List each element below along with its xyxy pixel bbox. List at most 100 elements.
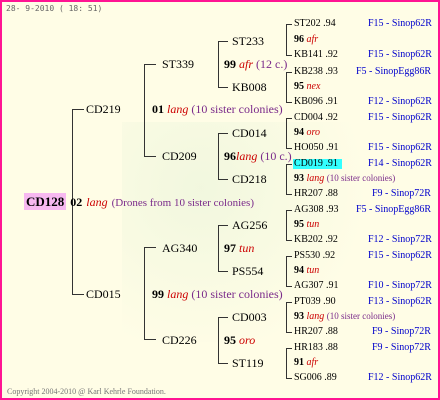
g4-source: F13 - Sinop62R — [368, 296, 432, 307]
connector — [286, 240, 292, 241]
connector — [286, 164, 292, 165]
connector — [144, 339, 156, 340]
root-num: 02 — [70, 195, 83, 209]
g3-name[interactable]: AG256 — [232, 219, 267, 231]
timestamp: 28- 9-2010 ( 18: 51) — [6, 4, 103, 13]
pedigree-frame: 28- 9-2010 ( 18: 51) CD128 02 lang (Dron… — [0, 0, 440, 400]
g4-source: F9 - Sinop72R — [372, 188, 431, 199]
connector — [144, 64, 156, 65]
g4-row[interactable]: PS530 .92 — [294, 251, 335, 261]
connector — [286, 102, 292, 103]
connector — [286, 378, 292, 379]
g4-row[interactable]: KB202 .92 — [294, 235, 338, 245]
parent-name[interactable]: CD015 — [86, 288, 121, 300]
g3-name[interactable]: KB008 — [232, 81, 267, 93]
connector — [286, 72, 287, 102]
g3-mating: 91 afr — [294, 357, 319, 368]
root-name[interactable]: CD128 — [24, 193, 67, 210]
g3-name[interactable]: ST119 — [232, 357, 264, 369]
g3-mating: 93 lang (10 sister colonies) — [294, 311, 396, 322]
g3-mating: 94 oro — [294, 127, 321, 138]
connector — [286, 302, 292, 303]
g3-name[interactable]: ST233 — [232, 35, 264, 47]
connector — [218, 271, 228, 272]
g3-mating: 94 tun — [294, 265, 320, 276]
g4-row[interactable]: KB238 .93 — [294, 67, 338, 77]
g4-row[interactable]: HR183 .88 — [294, 343, 338, 353]
g4-source: F15 - Sinop62R — [368, 18, 432, 29]
connector — [286, 55, 292, 56]
g4-source: F14 - Sinop62R — [368, 158, 432, 169]
connector — [218, 133, 219, 179]
connector — [218, 87, 228, 88]
g3-mating: 95 tun — [294, 219, 320, 230]
root-species: lang — [86, 195, 108, 209]
connector — [286, 348, 287, 378]
g3-name[interactable]: CD014 — [232, 127, 267, 139]
grandparent-mating: 95 oro — [224, 333, 256, 347]
g4-row[interactable]: PT039 .90 — [294, 297, 336, 307]
g4-source: F15 - Sinop62R — [368, 112, 432, 123]
g4-row[interactable]: AG307 .91 — [294, 281, 338, 291]
g3-name[interactable]: CD003 — [232, 311, 267, 323]
grandparent-mating: 96lang (10 c.) — [224, 149, 292, 163]
connector — [144, 247, 145, 339]
connector — [144, 156, 156, 157]
connector — [286, 210, 292, 211]
g3-mating: 95 nex — [294, 81, 321, 92]
connector — [286, 348, 292, 349]
connector — [144, 247, 156, 248]
g4-row-selected[interactable]: CD019 .91 — [293, 159, 342, 169]
connector — [218, 179, 228, 180]
connector — [144, 64, 145, 156]
connector — [286, 286, 292, 287]
connector — [286, 194, 292, 195]
connector — [72, 294, 84, 295]
g4-row[interactable]: AG308 .93 — [294, 205, 338, 215]
g3-name[interactable]: CD218 — [232, 173, 267, 185]
g4-source: F12 - Sinop62R — [368, 96, 432, 107]
g4-source: F5 - SinopEgg86R — [356, 66, 432, 77]
connector — [286, 210, 287, 240]
connector — [218, 225, 228, 226]
g4-row[interactable]: SG006 .89 — [294, 373, 337, 383]
connector — [286, 118, 292, 119]
g3-mating: 93 lang (10 sister colonies) — [294, 173, 396, 184]
root-comment: (Drones from 10 sister colonies) — [111, 197, 254, 209]
connector — [286, 24, 287, 55]
connector — [218, 317, 228, 318]
g4-source: F15 - Sinop62R — [368, 142, 432, 153]
g4-source: F15 - Sinop62R — [368, 49, 432, 60]
g4-row[interactable]: HR207 .88 — [294, 327, 338, 337]
g4-row[interactable]: ST202 .94 — [294, 19, 336, 29]
g4-source: F12 - Sinop72R — [368, 234, 432, 245]
connector — [286, 24, 292, 25]
connector — [286, 332, 292, 333]
copyright-footer: Copyright 2004-2010 @ Karl Kehrle Founda… — [7, 387, 166, 396]
grandparent-name[interactable]: CD209 — [162, 150, 197, 162]
g4-row[interactable]: HR207 .88 — [294, 189, 338, 199]
g4-row[interactable]: CD004 .92 — [294, 113, 338, 123]
grandparent-name[interactable]: CD226 — [162, 334, 197, 346]
connector — [286, 118, 287, 148]
connector — [286, 302, 287, 332]
connector — [286, 164, 287, 194]
g3-name[interactable]: PS554 — [232, 265, 263, 277]
g4-source: F15 - Sinop62R — [368, 250, 432, 261]
connector — [286, 256, 287, 286]
root-queen[interactable]: CD128 02 lang (Drones from 10 sister col… — [24, 193, 254, 210]
g4-row[interactable]: KB096 .91 — [294, 97, 338, 107]
grandparent-mating: 97 tun — [224, 241, 255, 255]
g4-source: F10 - Sinop72R — [368, 280, 432, 291]
connector — [286, 256, 292, 257]
g4-row[interactable]: KB141 .92 — [294, 50, 338, 60]
parent-name[interactable]: CD219 — [86, 103, 121, 115]
connector — [218, 225, 219, 271]
connector — [286, 72, 292, 73]
grandparent-name[interactable]: AG340 — [162, 242, 197, 254]
grandparent-name[interactable]: ST339 — [162, 58, 194, 70]
g4-source: F12 - Sinop62R — [368, 372, 432, 383]
connector — [218, 133, 228, 134]
g4-row[interactable]: HO050 .91 — [294, 143, 338, 153]
connector — [218, 317, 219, 363]
